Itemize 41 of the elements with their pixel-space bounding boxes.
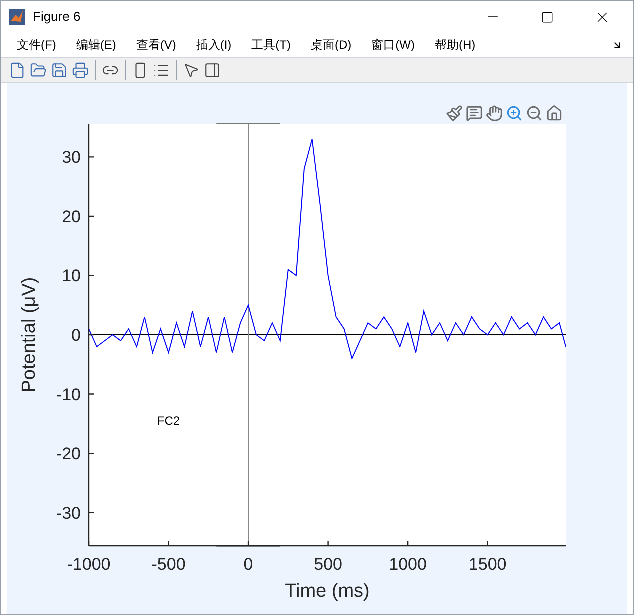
x-axis-label: Time (ms): [285, 581, 370, 602]
y-tick-label: -20: [56, 444, 81, 464]
marker-line: [216, 545, 280, 547]
app-icon: [9, 9, 25, 25]
save-icon[interactable]: [51, 62, 68, 78]
home-icon[interactable]: [546, 104, 563, 122]
x-tick-label: 500: [314, 555, 342, 574]
x-tick-label: 1000: [389, 555, 427, 574]
new-file-icon[interactable]: [9, 62, 26, 78]
maximize-icon[interactable]: [541, 10, 554, 24]
panel-icon[interactable]: [204, 62, 221, 78]
y-tick-label: -30: [56, 504, 81, 523]
menu-item[interactable]: 工具(T): [246, 36, 297, 54]
menu-item[interactable]: 桌面(D): [304, 36, 358, 54]
y-tick-label: 10: [62, 266, 81, 286]
data-tip-icon[interactable]: [466, 104, 483, 122]
y-tick-label: -10: [56, 385, 81, 404]
pan-icon[interactable]: [486, 104, 503, 122]
x-tick-label: -500: [152, 555, 186, 574]
folder-icon[interactable]: [30, 62, 47, 78]
menu-item[interactable]: 帮助(H): [428, 36, 482, 54]
brush-icon[interactable]: [446, 104, 463, 122]
menu-item[interactable]: 文件(F): [11, 36, 62, 54]
printer-icon[interactable]: [72, 62, 89, 78]
dock-arrow-icon[interactable]: [612, 40, 623, 50]
menu-item[interactable]: 编辑(E): [70, 36, 122, 54]
x-tick-label: 1500: [468, 555, 507, 574]
x-tick-label: 0: [244, 555, 254, 574]
y-axis-label: Potential (μV): [18, 277, 41, 393]
y-tick-label: 0: [72, 326, 81, 345]
zoom-out-icon[interactable]: [526, 104, 543, 122]
x-tick-label: -1000: [67, 555, 111, 574]
menu-item[interactable]: 窗口(W): [366, 36, 421, 54]
y-tick-label: 20: [62, 207, 81, 226]
menu-item[interactable]: 查看(V): [130, 36, 182, 54]
y-tick-label: 30: [62, 148, 81, 168]
zoom-in-icon[interactable]: [506, 104, 523, 122]
channel-label: FC2: [157, 414, 180, 428]
pointer-icon[interactable]: [183, 62, 200, 78]
menu-item[interactable]: 插入(I): [190, 36, 238, 54]
window-title: Figure 6: [33, 8, 81, 26]
